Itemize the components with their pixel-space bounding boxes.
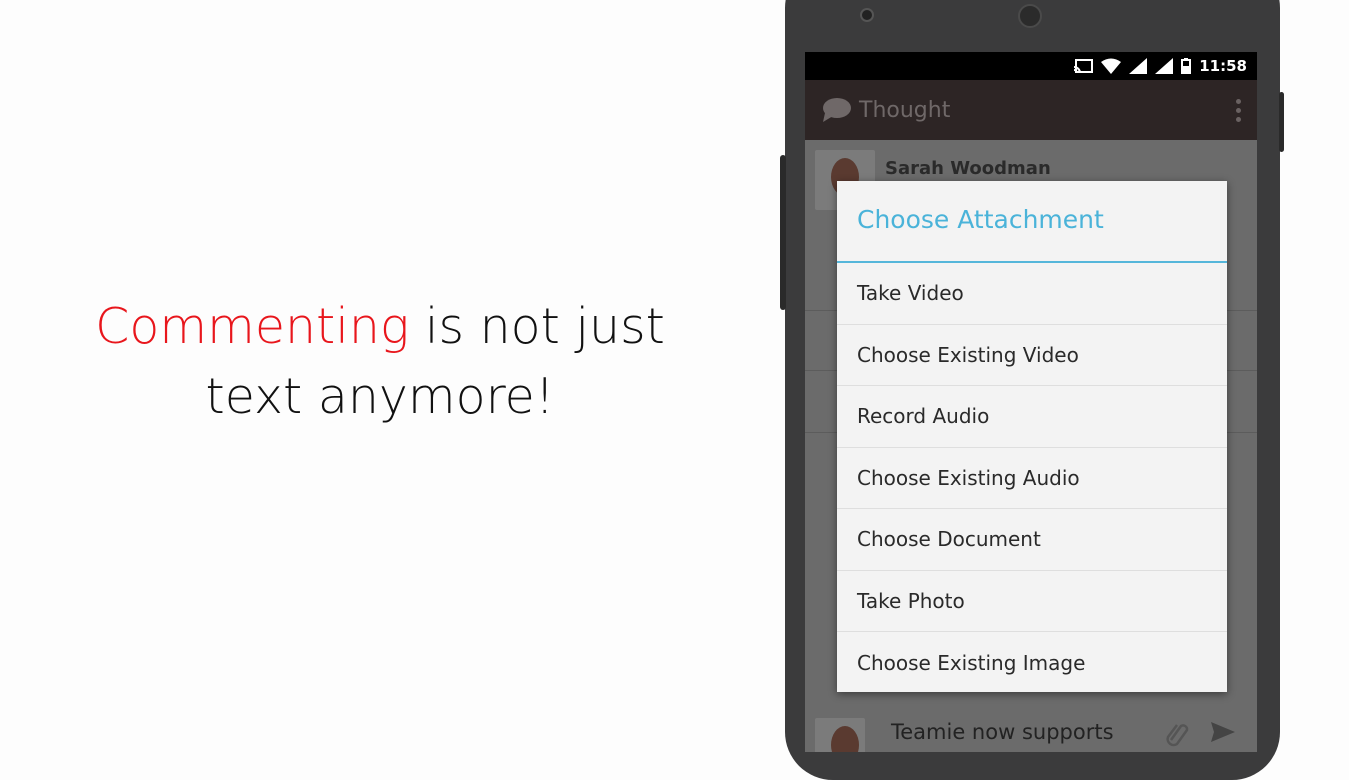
headline-line2: text anymore!	[205, 368, 555, 425]
headline-highlight: Commenting	[95, 298, 410, 355]
option-choose-document[interactable]: Choose Document	[837, 509, 1227, 571]
comment-input[interactable]: Teamie now supports	[891, 720, 1114, 744]
app-bar: Thought	[805, 80, 1257, 140]
app-bar-title: Thought	[859, 97, 951, 123]
cast-icon	[1074, 59, 1094, 74]
post-author: Sarah Woodman	[885, 158, 1051, 179]
paperclip-icon[interactable]	[1165, 720, 1189, 748]
dialog-title: Choose Attachment	[837, 181, 1227, 263]
option-choose-existing-audio[interactable]: Choose Existing Audio	[837, 448, 1227, 509]
phone-side-button	[1279, 92, 1284, 152]
phone-side-button	[780, 155, 786, 310]
option-choose-existing-image[interactable]: Choose Existing Image	[837, 632, 1227, 694]
headline: Commenting is not just text anymore!	[60, 292, 700, 432]
choose-attachment-dialog: Choose Attachment Take Video Choose Exis…	[837, 181, 1227, 692]
avatar	[815, 718, 865, 752]
speaker	[1018, 4, 1042, 28]
option-take-video[interactable]: Take Video	[837, 263, 1227, 325]
option-record-audio[interactable]: Record Audio	[837, 386, 1227, 448]
speech-bubble-icon	[823, 98, 851, 122]
headline-text: is not just	[409, 298, 665, 355]
option-choose-existing-video[interactable]: Choose Existing Video	[837, 325, 1227, 386]
overflow-menu-icon[interactable]	[1236, 98, 1241, 122]
status-bar: 11:58	[805, 52, 1257, 80]
comment-composer: Teamie now supports	[805, 710, 1257, 752]
option-take-photo[interactable]: Take Photo	[837, 571, 1227, 632]
wifi-icon	[1101, 58, 1122, 74]
status-time: 11:58	[1199, 57, 1247, 75]
battery-icon	[1181, 58, 1192, 74]
send-icon[interactable]	[1209, 720, 1237, 744]
signal-icon	[1155, 58, 1174, 74]
front-camera	[860, 8, 874, 22]
signal-icon	[1129, 58, 1148, 74]
